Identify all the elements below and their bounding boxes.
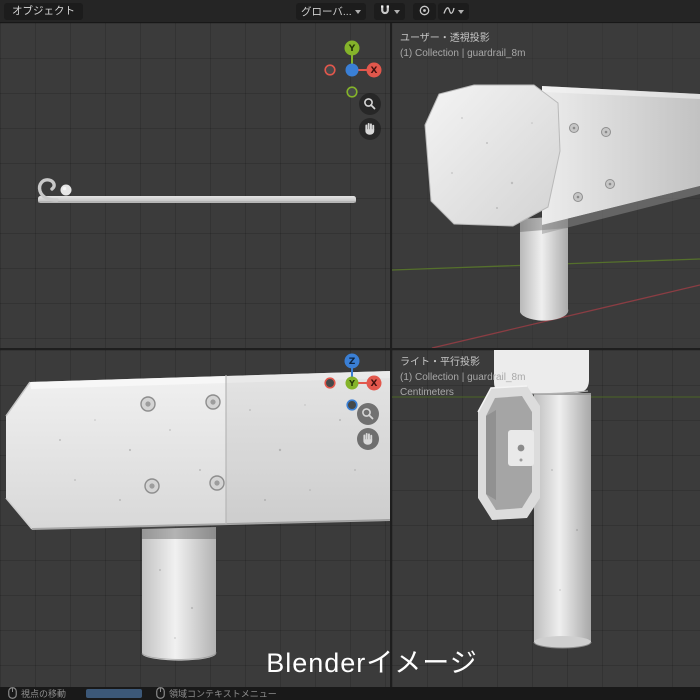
viewport-right-ortho[interactable]: ライト・平行投影 (1) Collection | guardrail_8m C… (392, 350, 700, 687)
image-caption: Blenderイメージ (266, 648, 478, 678)
gizmo-y-label: Y (348, 44, 356, 54)
header-controls: グローバ... (296, 3, 469, 20)
guardrail-beam (5, 371, 390, 530)
viewport-right-canvas (392, 350, 700, 649)
gizmo-neg-z-ball (346, 399, 358, 411)
gizmo-x-label: X (371, 379, 378, 389)
guardrail-side-view (37, 178, 356, 203)
guardrail-beam (424, 84, 700, 234)
gizmo-y-label: Y (348, 379, 355, 388)
proportional-editing-button[interactable] (412, 3, 436, 20)
gizmo-x-label: X (371, 66, 378, 76)
gizmo-z-ball (345, 63, 359, 77)
rail-end-ball (60, 184, 72, 196)
viewport-closeup-canvas: Z X Y (5, 353, 390, 661)
proportional-falloff-dropdown[interactable] (437, 3, 469, 20)
status-hint-context-label: 領域コンテキストメニュー (169, 689, 277, 699)
status-hint-view-label: 視点の移動 (21, 689, 67, 699)
chevron-down-icon (457, 9, 464, 14)
chevron-down-icon (393, 9, 400, 14)
status-highlight (86, 689, 143, 698)
gizmo-neg-x-ball (324, 377, 336, 389)
viewport-info-label: ライト・平行投影 (1) Collection | guardrail_8m C… (400, 355, 525, 400)
zoom-icon[interactable] (357, 403, 379, 425)
snap-magnet-button[interactable] (373, 3, 405, 20)
collection-label: (1) Collection | guardrail_8m (400, 372, 526, 383)
collection-label: (1) Collection | guardrail_8m (400, 48, 526, 59)
gizmo-z-label: Z (349, 357, 356, 367)
proportional-circle-icon (418, 4, 431, 20)
viewport-closeup[interactable]: Z X Y (0, 350, 390, 687)
view-mode-label: ライト・平行投影 (400, 357, 480, 368)
transform-orientation-dropdown[interactable]: グローバ... (296, 3, 366, 20)
status-hint-view: 視点の移動 (8, 686, 67, 700)
viewport-header-bar: オブジェクト グローバ... (0, 0, 700, 23)
mouse-icon (8, 686, 17, 700)
zoom-icon[interactable] (359, 93, 381, 115)
mode-dropdown[interactable]: オブジェクト (4, 3, 83, 20)
viewport-front-canvas: Y X (37, 40, 382, 203)
navigation-gizmo[interactable]: Y X (324, 40, 382, 98)
gizmo-neg-y-ball (346, 86, 358, 98)
hand-icon[interactable] (359, 118, 381, 140)
status-hint-context: 領域コンテキストメニュー (156, 686, 277, 700)
chevron-down-icon (354, 9, 361, 14)
viewport-front-ortho[interactable]: Y X (0, 23, 390, 348)
hand-icon[interactable] (357, 428, 379, 450)
falloff-curve-icon (443, 4, 455, 20)
transform-orientation-label: グローバ... (301, 6, 352, 18)
magnet-icon (379, 4, 391, 20)
viewport-user-persp[interactable]: ユーザー・透視投影 (1) Collection | guardrail_8m (392, 23, 700, 348)
mode-dropdown-label: オブジェクト (12, 5, 75, 17)
mouse-icon (156, 686, 165, 700)
guardrail-bracket (477, 385, 540, 520)
viewport-persp-canvas (392, 84, 700, 348)
units-label: Centimeters (400, 387, 454, 398)
status-bar: 視点の移動 領域コンテキストメニュー (0, 686, 700, 700)
guardrail-post (533, 393, 592, 649)
viewport-info-label: ユーザー・透視投影 (1) Collection | guardrail_8m (400, 31, 525, 61)
view-mode-label: ユーザー・透視投影 (400, 33, 490, 44)
blender-window: オブジェクト グローバ... Y X ユーザー・透視投影 (1) Collect… (0, 0, 700, 700)
gizmo-neg-x-ball (324, 64, 336, 76)
